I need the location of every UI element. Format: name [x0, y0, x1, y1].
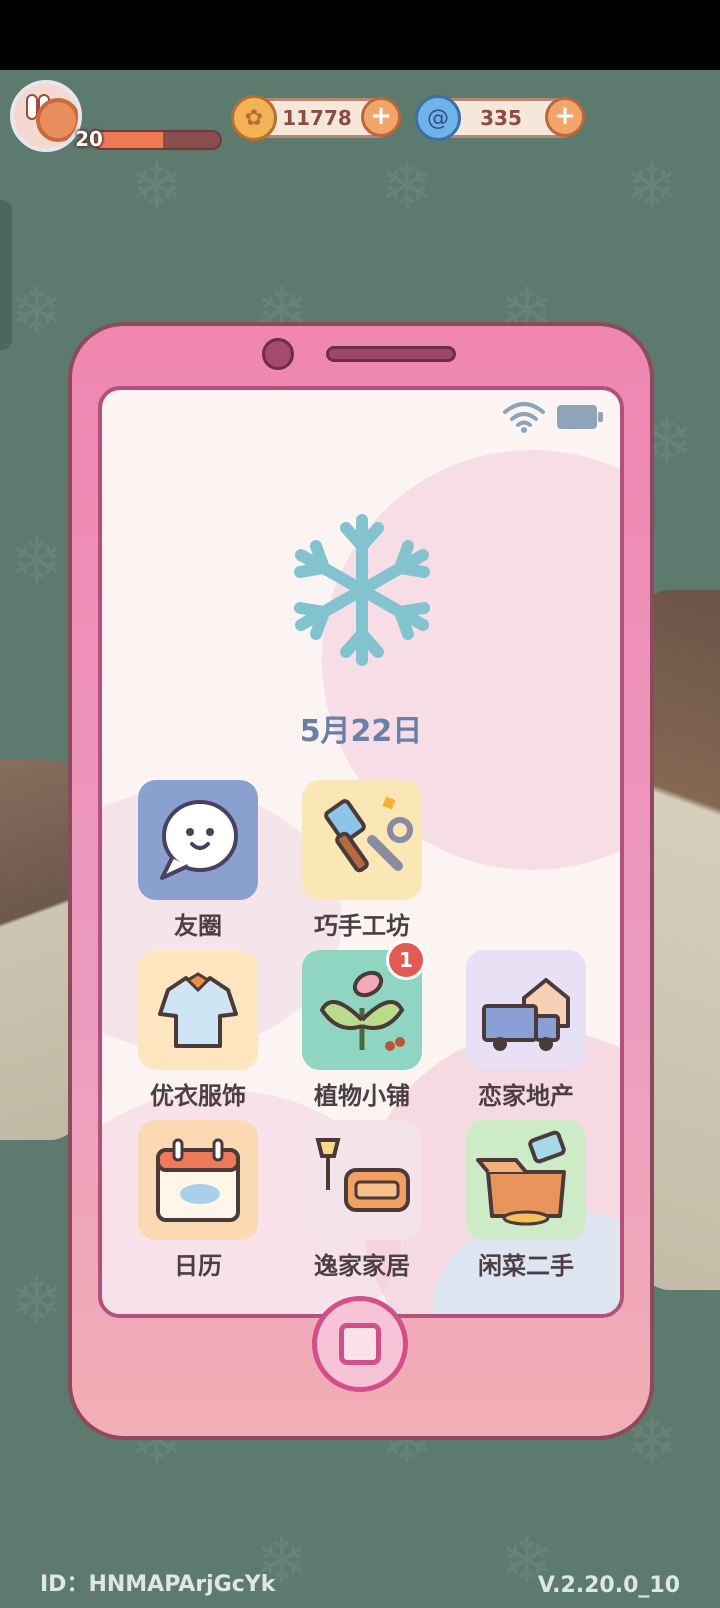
app-label: 闲菜二手: [478, 1252, 574, 1280]
sofa-lamp-icon: [302, 1120, 422, 1240]
background-snowflake-icon: ❄: [380, 150, 434, 224]
app-label: 巧手工坊: [314, 912, 410, 940]
phone-screen: 5月22日 友圈 巧手工坊 优衣服饰 1 植物小铺 恋家地产 日历 逸家家居 闲…: [98, 386, 624, 1318]
app-clothing-shop[interactable]: 优衣服饰: [138, 950, 258, 1110]
app-home-furnishing[interactable]: 逸家家居: [302, 1120, 422, 1280]
player-level: 20: [75, 127, 103, 151]
battery-icon: [557, 405, 603, 429]
background-snowflake-icon: ❄: [625, 150, 679, 224]
box-tag-icon: [466, 1120, 586, 1240]
wifi-icon: [503, 402, 545, 433]
chat-bubble-icon: [138, 780, 258, 900]
speaker-icon: [326, 346, 456, 362]
home-square-icon: [339, 1323, 381, 1365]
coin-icon: ✿: [231, 95, 277, 141]
swirl-counter: @ 335 +: [415, 95, 585, 141]
phone-date: 5月22日: [299, 714, 423, 749]
side-drawer-handle[interactable]: [0, 200, 12, 350]
background-snowflake-icon: ❄: [10, 525, 64, 599]
add-swirl-button[interactable]: +: [545, 97, 585, 137]
status-bar: [0, 0, 720, 70]
notification-badge: 1: [386, 940, 426, 980]
phone-device: 5月22日 友圈 巧手工坊 优衣服饰 1 植物小铺 恋家地产 日历 逸家家居 闲…: [68, 322, 654, 1440]
background-snowflake-icon: ❄: [130, 150, 184, 224]
app-label: 优衣服饰: [150, 1082, 246, 1110]
background-snowflake-icon: ❄: [10, 1265, 64, 1339]
swirl-icon: @: [415, 95, 461, 141]
background-snowflake-icon: ❄: [10, 275, 64, 349]
player-id: ID：HNMAPArjGcYk: [40, 1572, 276, 1597]
app-label: 逸家家居: [314, 1252, 410, 1280]
snowflake-weather-icon: [294, 514, 430, 666]
swirl-value: 335: [480, 106, 522, 130]
shirt-icon: [138, 950, 258, 1070]
app-friends-circle[interactable]: 友圈: [138, 780, 258, 940]
truck-house-icon: [466, 950, 586, 1070]
app-label: 日历: [174, 1252, 222, 1280]
app-crafting-workshop[interactable]: 巧手工坊: [302, 780, 422, 940]
app-label: 友圈: [174, 912, 222, 940]
camera-icon: [262, 338, 294, 370]
brush-wrench-icon: [302, 780, 422, 900]
app-second-hand[interactable]: 闲菜二手: [466, 1120, 586, 1280]
app-calendar[interactable]: 日历: [138, 1120, 258, 1280]
add-coins-button[interactable]: +: [361, 97, 401, 137]
level-progress-bar: [92, 130, 222, 150]
app-real-estate[interactable]: 恋家地产: [466, 950, 586, 1110]
calendar-icon: [138, 1120, 258, 1240]
coin-value: 11778: [282, 106, 352, 130]
app-plant-shop[interactable]: 1 植物小铺: [302, 940, 426, 1110]
game-version: V.2.20.0_10: [537, 1573, 680, 1598]
coin-counter: ✿ 11778 +: [231, 95, 401, 141]
phone-home-button[interactable]: [312, 1296, 408, 1392]
app-label: 植物小铺: [314, 1082, 410, 1110]
app-label: 恋家地产: [478, 1082, 574, 1110]
